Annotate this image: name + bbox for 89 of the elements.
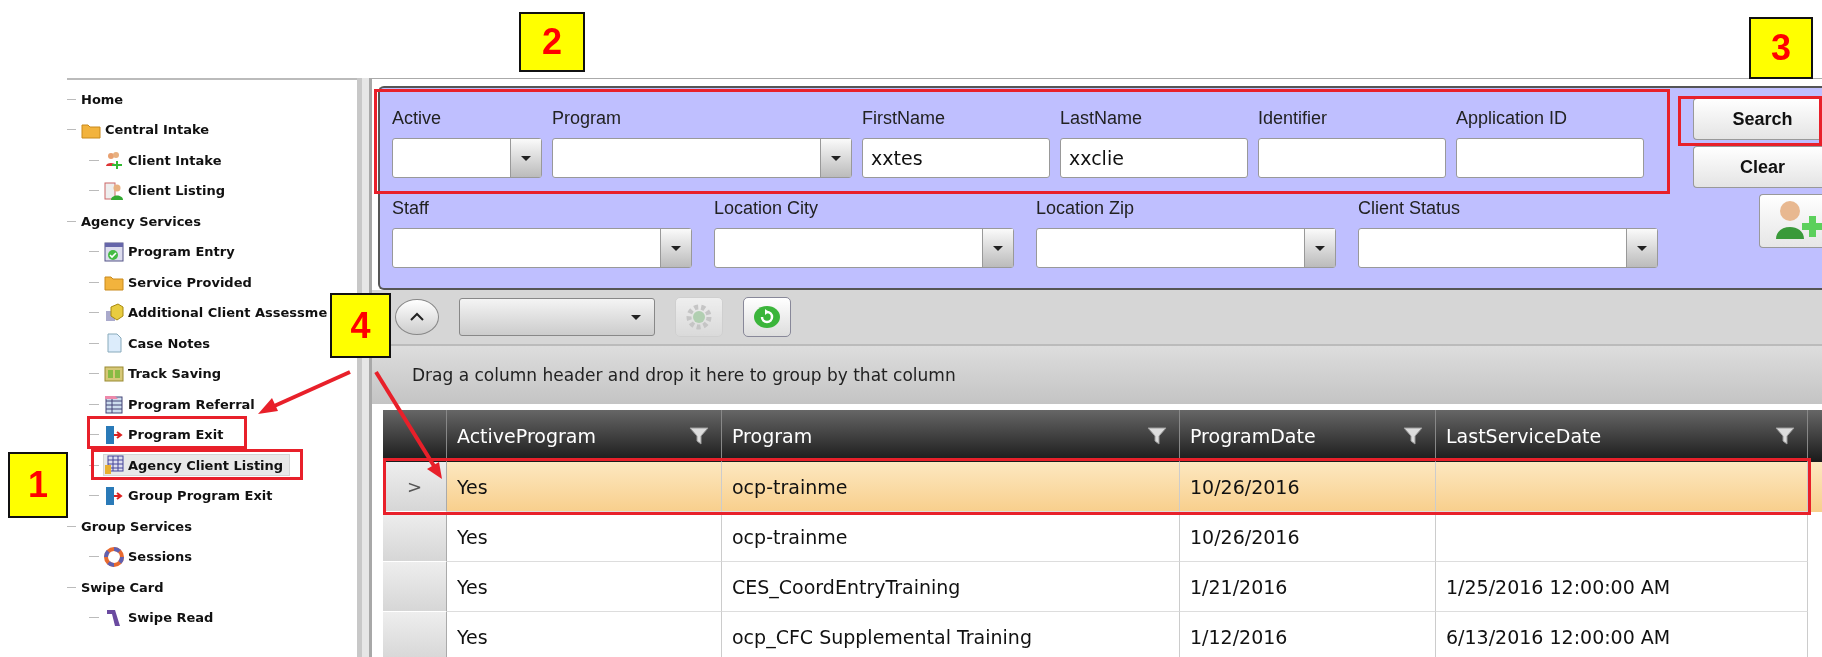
tree-item[interactable]: Central Intake xyxy=(80,118,211,141)
tree-item[interactable]: Agency Client Listing xyxy=(103,454,291,477)
tree-item[interactable]: Group Program Exit xyxy=(103,484,274,507)
text-field[interactable] xyxy=(1456,138,1644,178)
callout-number: 3 xyxy=(1749,17,1813,79)
person-list-icon xyxy=(104,180,124,201)
action-button[interactable]: Search xyxy=(1693,98,1822,140)
row-indicator[interactable] xyxy=(383,512,447,562)
tree-item[interactable]: Client Listing xyxy=(103,179,226,202)
refresh-button[interactable] xyxy=(743,297,791,337)
callout-number: 2 xyxy=(519,12,585,72)
column-header[interactable]: Program xyxy=(722,410,1180,462)
checked-form-icon xyxy=(104,241,124,262)
table-cell: ocp-trainme xyxy=(722,462,1180,512)
lifebuoy-icon xyxy=(104,546,124,567)
group-by-hint: Drag a column header and drop it here to group by that column xyxy=(412,365,956,385)
table-icon xyxy=(104,455,124,476)
table-cell: Yes xyxy=(447,462,722,512)
tree-item[interactable]: Client Intake xyxy=(103,149,223,172)
cube-icon xyxy=(104,302,124,323)
table-cell: 1/12/2016 xyxy=(1180,612,1436,657)
field-label: Active xyxy=(392,108,443,130)
tree-item[interactable]: Program Exit xyxy=(103,423,225,446)
table-cell: 10/26/2016 xyxy=(1180,462,1436,512)
tree-item[interactable]: Swipe Read xyxy=(103,606,215,629)
dropdown-field[interactable] xyxy=(459,298,655,336)
dropdown-arrow-icon xyxy=(1314,244,1326,252)
text-field[interactable] xyxy=(1258,138,1446,178)
dropdown-field[interactable] xyxy=(714,228,1014,268)
door-exit-icon xyxy=(104,485,124,506)
callout-number: 4 xyxy=(330,293,391,358)
tree-item[interactable]: Track Saving xyxy=(103,362,223,385)
row-indicator[interactable]: > xyxy=(383,462,447,512)
door-exit-icon xyxy=(104,424,124,445)
filter-icon[interactable] xyxy=(1147,426,1167,446)
dropdown-field[interactable] xyxy=(552,138,852,178)
tree-item[interactable]: Home xyxy=(80,88,125,111)
table-cell: ocp_CFC Supplemental Training xyxy=(722,612,1180,657)
dropdown-field[interactable] xyxy=(1036,228,1336,268)
chevron-up-icon xyxy=(409,312,425,322)
field-label: Program xyxy=(552,108,623,130)
table-cell: Yes xyxy=(447,612,722,657)
dropdown-field[interactable] xyxy=(392,228,692,268)
dropdown-arrow-icon xyxy=(520,154,532,162)
gear-icon xyxy=(684,302,714,332)
tree-item[interactable]: Program Entry xyxy=(103,240,236,263)
tree-item[interactable]: Additional Client Assessme xyxy=(103,301,329,324)
collapse-button[interactable] xyxy=(395,299,439,335)
tree-item[interactable]: Program Referral xyxy=(103,393,256,416)
table-cell: 6/13/2016 12:00:00 AM xyxy=(1436,612,1808,657)
dropdown-field[interactable] xyxy=(1358,228,1658,268)
tree-item[interactable]: Service Provided xyxy=(103,271,253,294)
field-label: Identifier xyxy=(1258,108,1329,130)
text-field[interactable]: xxclie xyxy=(1060,138,1248,178)
field-label: Client Status xyxy=(1358,198,1462,220)
tree-item[interactable]: Swipe Card xyxy=(80,576,165,599)
dropdown-arrow-icon xyxy=(670,244,682,252)
callout-number: 1 xyxy=(8,452,68,518)
document-icon xyxy=(104,333,124,354)
column-header[interactable]: ActiveProgram xyxy=(447,410,722,462)
tree-item[interactable]: Sessions xyxy=(103,545,194,568)
form-hand-icon xyxy=(104,394,124,415)
dropdown-arrow-icon xyxy=(830,154,842,162)
filter-icon[interactable] xyxy=(1775,426,1795,446)
tree-item[interactable]: Agency Services xyxy=(80,210,202,233)
tree-item[interactable]: Case Notes xyxy=(103,332,211,355)
filter-icon[interactable] xyxy=(689,426,709,446)
field-label: FirstName xyxy=(862,108,946,130)
dropdown-arrow-icon xyxy=(630,313,642,321)
refresh-icon xyxy=(752,304,782,330)
field-label: LastName xyxy=(1060,108,1144,130)
filter-icon[interactable] xyxy=(1403,426,1423,446)
tree-item[interactable]: Group Services xyxy=(80,515,193,538)
dropdown-arrow-icon xyxy=(992,244,1004,252)
dropdown-arrow-icon xyxy=(1636,244,1648,252)
field-label: Location Zip xyxy=(1036,198,1136,220)
field-label: Staff xyxy=(392,198,430,220)
column-header[interactable]: ProgramDate xyxy=(1180,410,1436,462)
settings-button[interactable] xyxy=(675,297,723,337)
add-client-button[interactable] xyxy=(1759,194,1822,248)
money-icon xyxy=(104,363,124,384)
field-label: Application ID xyxy=(1456,108,1569,130)
text-field[interactable]: xxtes xyxy=(862,138,1050,178)
grid-row[interactable]: > Yes ocp-trainme 10/26/2016 xyxy=(383,462,1822,512)
field-label: Location City xyxy=(714,198,820,220)
action-button[interactable]: Clear xyxy=(1693,146,1822,188)
column-header[interactable]: LastServiceDate xyxy=(1436,410,1808,462)
people-add-icon xyxy=(104,150,124,171)
dropdown-field[interactable] xyxy=(392,138,542,178)
